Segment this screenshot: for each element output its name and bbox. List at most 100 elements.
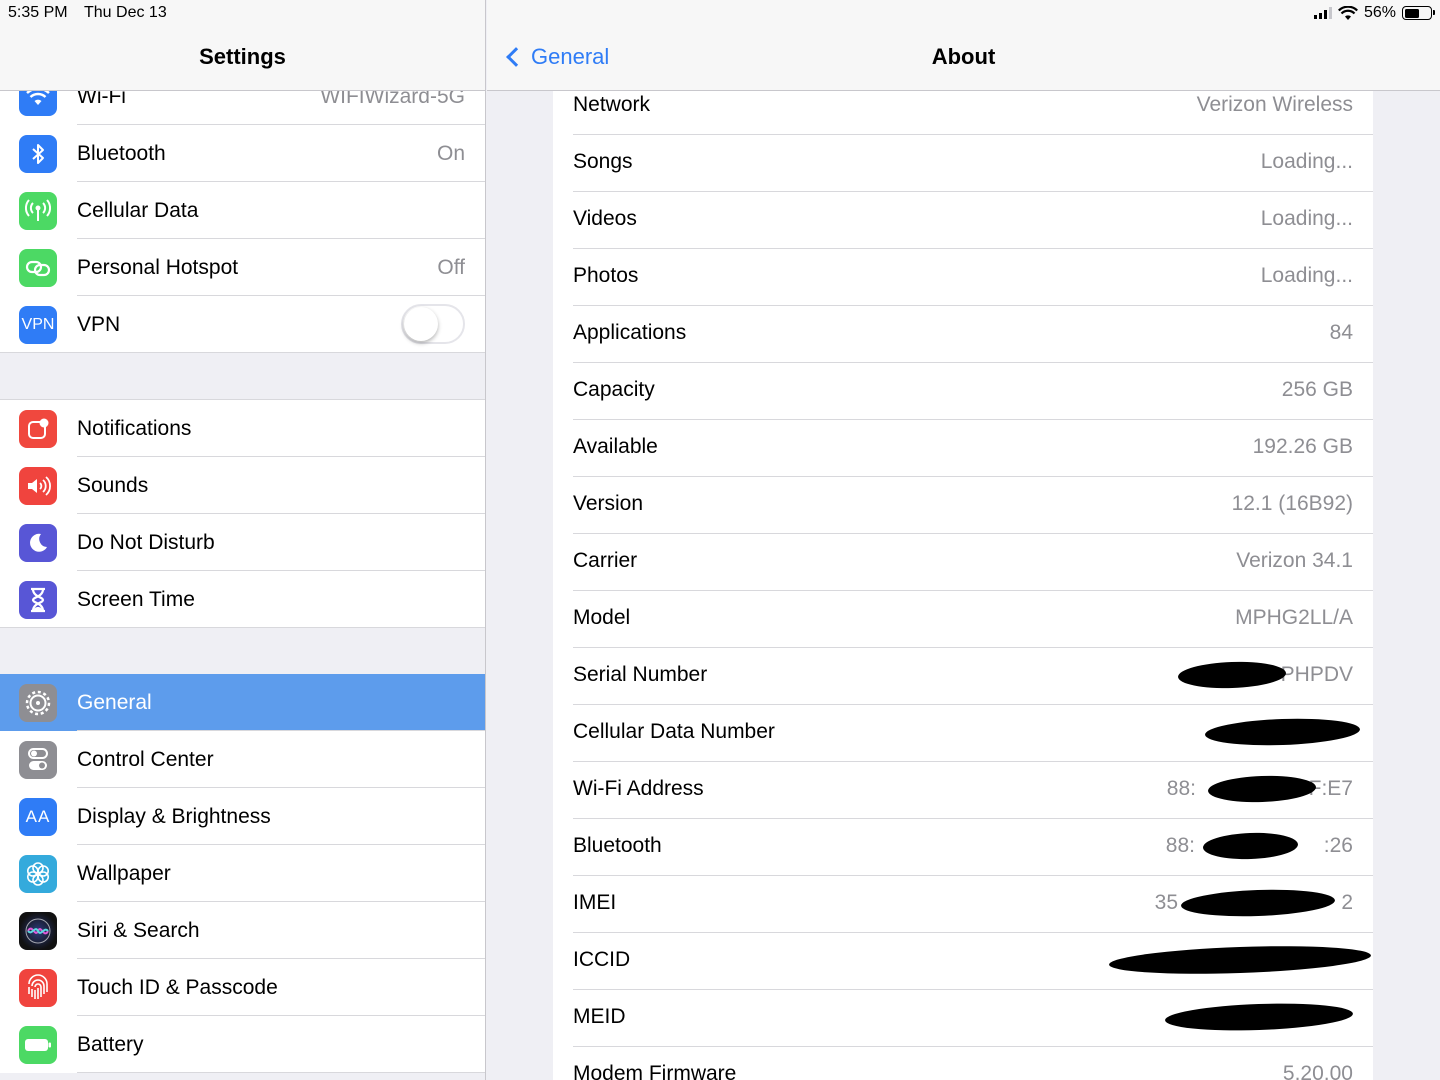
about-row-applications[interactable]: Applications 84 [553,306,1373,363]
about-row-available: Available 192.26 GB [553,420,1373,477]
vpn-toggle[interactable] [401,304,465,344]
text-size-icon: AA [19,798,57,836]
status-bar: 5:35 PM Thu Dec 13 56% [0,0,1440,26]
sidebar-item-cellular-data[interactable]: Cellular Data [0,182,485,239]
sidebar-item-label: Display & Brightness [77,804,271,828]
status-indicators: 56% [1313,4,1435,22]
about-label: Model [573,606,631,629]
about-label: Photos [573,264,639,287]
status-date: Thu Dec 13 [84,4,167,21]
notifications-icon [19,410,57,448]
about-row-photos: Photos Loading... [553,249,1373,306]
about-row-model[interactable]: Model MPHG2LL/A [553,591,1373,648]
sidebar-item-label: Touch ID & Passcode [77,975,278,999]
about-label: Wi-Fi Address [573,777,704,800]
sidebar-item-label: Personal Hotspot [77,255,239,279]
sidebar-item-battery[interactable]: Battery [0,1016,485,1073]
about-row-songs: Songs Loading... [553,135,1373,192]
status-time: 5:35 PM [8,4,68,21]
about-row-carrier[interactable]: Carrier Verizon 34.1 [553,534,1373,591]
settings-sidebar: Settings Wi-Fi WIFIWizard-5G Bluetooth O… [0,0,486,1080]
about-value: Loading... [1260,150,1353,173]
sidebar-item-sounds[interactable]: Sounds [0,457,485,514]
sidebar-item-general[interactable]: General [0,674,485,731]
about-detail-pane: General About Network Verizon Wireless So… [487,0,1440,1080]
sidebar-item-wallpaper[interactable]: Wallpaper [0,845,485,902]
about-value: Verizon Wireless [1196,93,1353,116]
page-title: Settings [199,44,286,69]
siri-icon [19,912,57,950]
about-label: Bluetooth [573,834,662,857]
sidebar-item-label: Cellular Data [77,198,199,222]
about-row-serial-number: Serial Number PHPDV [553,648,1373,705]
vpn-icon: VPN [19,306,57,344]
fingerprint-icon [19,969,57,1007]
redaction-scribble [1204,716,1361,748]
about-row-version: Version 12.1 (16B92) [553,477,1373,534]
about-label: ICCID [573,948,631,971]
about-value: 88: [1166,777,1196,800]
sidebar-item-label: VPN [77,312,121,336]
about-label: Videos [573,207,637,230]
cellular-signal-icon [1313,7,1332,19]
sidebar-item-personal-hotspot[interactable]: Personal Hotspot Off [0,239,485,296]
sidebar-item-vpn[interactable]: VPN VPN [0,296,485,353]
about-row-cellular-data-number: Cellular Data Number [553,705,1373,762]
sidebar-item-label: Bluetooth [77,141,166,165]
sidebar-item-label: Wallpaper [77,861,171,885]
battery-status-icon [1402,6,1435,20]
sidebar-item-label: Control Center [77,747,214,771]
redaction-scribble [1177,660,1287,690]
about-label: Applications [573,321,687,344]
about-value: 84 [1329,321,1353,344]
about-value-suffix: :26 [1323,834,1353,857]
sidebar-item-siri-search[interactable]: Siri & Search [0,902,485,959]
redaction-scribble [1207,774,1317,804]
about-label: Cellular Data Number [573,720,775,743]
about-value: 35 [1154,891,1178,914]
about-value: Loading... [1260,207,1353,230]
sidebar-item-notifications[interactable]: Notifications [0,400,485,457]
sidebar-item-screen-time[interactable]: Screen Time [0,571,485,628]
moon-icon [19,524,57,562]
sidebar-item-display-brightness[interactable]: AA Display & Brightness [0,788,485,845]
about-label: Available [573,435,658,458]
about-value: 192.26 GB [1252,435,1353,458]
sidebar-item-do-not-disturb[interactable]: Do Not Disturb [0,514,485,571]
about-label: MEID [573,1005,626,1028]
sidebar-item-value: On [436,141,465,165]
about-label: Modem Firmware [573,1062,737,1080]
speaker-icon [19,467,57,505]
battery-icon [19,1026,57,1064]
antenna-icon [19,192,57,230]
settings-group-connectivity: Wi-Fi WIFIWizard-5G Bluetooth On Cellula… [0,68,485,353]
about-row-capacity: Capacity 256 GB [553,363,1373,420]
sidebar-item-label: Do Not Disturb [77,530,215,554]
sidebar-item-label: Notifications [77,416,192,440]
about-label: Carrier [573,549,638,572]
sidebar-item-bluetooth[interactable]: Bluetooth On [0,125,485,182]
hourglass-icon [19,581,57,619]
about-row-iccid: ICCID [553,933,1373,990]
about-list: Network Verizon Wireless Songs Loading... … [553,78,1373,1080]
battery-percent: 56% [1363,4,1396,21]
about-row-imei: IMEI 35 2 [553,876,1373,933]
detail-title: About [931,44,996,69]
toggles-icon [19,741,57,779]
about-value: Verizon 34.1 [1236,549,1353,572]
sidebar-item-control-center[interactable]: Control Center [0,731,485,788]
toggle-knob [404,307,438,341]
bluetooth-icon [19,135,57,173]
redaction-scribble [1202,831,1299,861]
sidebar-item-label: Screen Time [77,587,195,611]
link-icon [19,249,57,287]
settings-group-notifications: Notifications Sounds Do Not Disturb Scre… [0,399,485,628]
sidebar-item-touch-id-passcode[interactable]: Touch ID & Passcode [0,959,485,1016]
sidebar-item-value: Off [437,255,465,279]
about-value: 5.20.00 [1282,1062,1353,1080]
about-value: 12.1 (16B92) [1231,492,1353,515]
about-label: Capacity [573,378,655,401]
gear-icon [19,684,57,722]
